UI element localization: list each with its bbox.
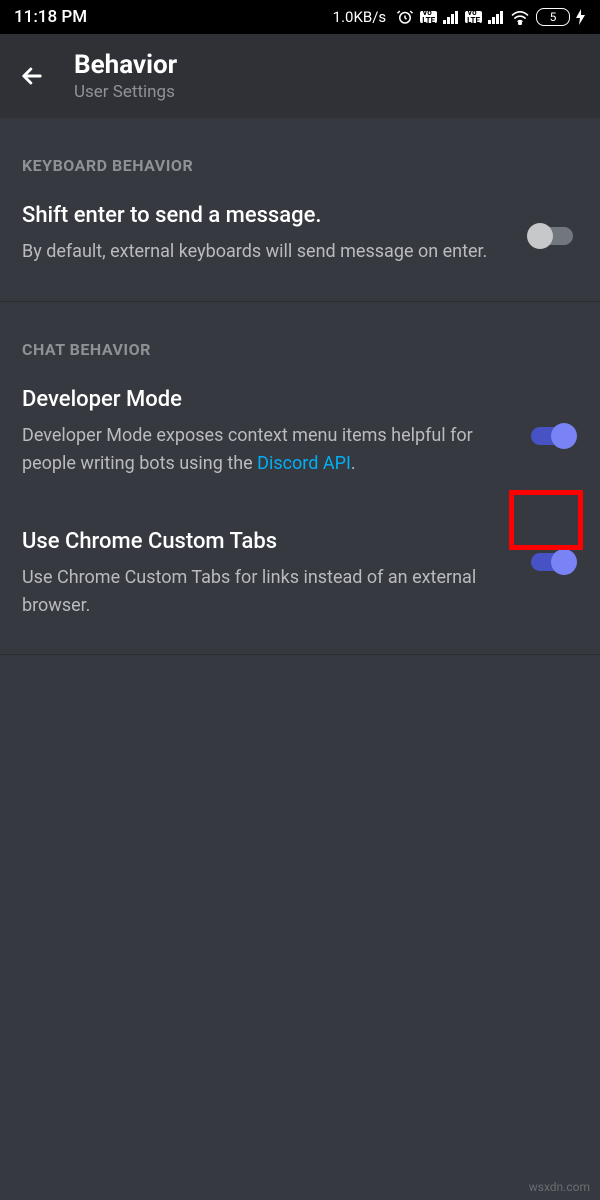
page-subtitle: User Settings bbox=[74, 82, 177, 102]
setting-desc-chrome-tabs: Use Chrome Custom Tabs for links instead… bbox=[22, 564, 506, 620]
setting-title-chrome-tabs: Use Chrome Custom Tabs bbox=[22, 529, 506, 554]
section-header-chat: CHAT BEHAVIOR bbox=[0, 302, 600, 383]
battery-level: 5 bbox=[550, 10, 557, 24]
setting-developer-mode[interactable]: Developer Mode Developer Mode exposes co… bbox=[0, 383, 600, 505]
setting-chrome-tabs[interactable]: Use Chrome Custom Tabs Use Chrome Custom… bbox=[0, 505, 600, 647]
watermark: wsxdn.com bbox=[529, 1180, 590, 1194]
alarm-icon bbox=[396, 8, 414, 26]
status-icons: 1.0KB/s VoLTE VoLTE 5 bbox=[333, 8, 586, 26]
page-title: Behavior bbox=[74, 50, 177, 80]
signal-icon-2 bbox=[488, 10, 504, 24]
link-discord-api[interactable]: Discord API bbox=[257, 453, 351, 474]
setting-desc-shift-enter: By default, external keyboards will send… bbox=[22, 238, 506, 266]
volte-icon-1: VoLTE bbox=[420, 11, 437, 23]
volte-icon-2: VoLTE bbox=[465, 11, 482, 23]
setting-title-shift-enter: Shift enter to send a message. bbox=[22, 203, 506, 228]
divider bbox=[0, 654, 600, 655]
charging-icon bbox=[576, 9, 586, 25]
status-net-speed: 1.0KB/s bbox=[333, 8, 387, 26]
toggle-chrome-tabs[interactable] bbox=[531, 553, 573, 571]
battery-icon: 5 bbox=[536, 8, 570, 26]
setting-title-dev-mode: Developer Mode bbox=[22, 387, 506, 412]
setting-shift-enter[interactable]: Shift enter to send a message. By defaul… bbox=[0, 199, 600, 293]
back-button[interactable] bbox=[18, 62, 46, 90]
toggle-developer-mode[interactable] bbox=[531, 427, 573, 445]
setting-desc-dev-mode: Developer Mode exposes context menu item… bbox=[22, 422, 506, 478]
status-time: 11:18 PM bbox=[14, 7, 87, 27]
signal-icon-1 bbox=[443, 10, 459, 24]
wifi-icon bbox=[510, 9, 530, 25]
status-bar: 11:18 PM 1.0KB/s VoLTE VoLTE 5 bbox=[0, 0, 600, 34]
toggle-shift-enter[interactable] bbox=[531, 227, 573, 245]
section-header-keyboard: KEYBOARD BEHAVIOR bbox=[0, 118, 600, 199]
app-header: Behavior User Settings bbox=[0, 34, 600, 118]
